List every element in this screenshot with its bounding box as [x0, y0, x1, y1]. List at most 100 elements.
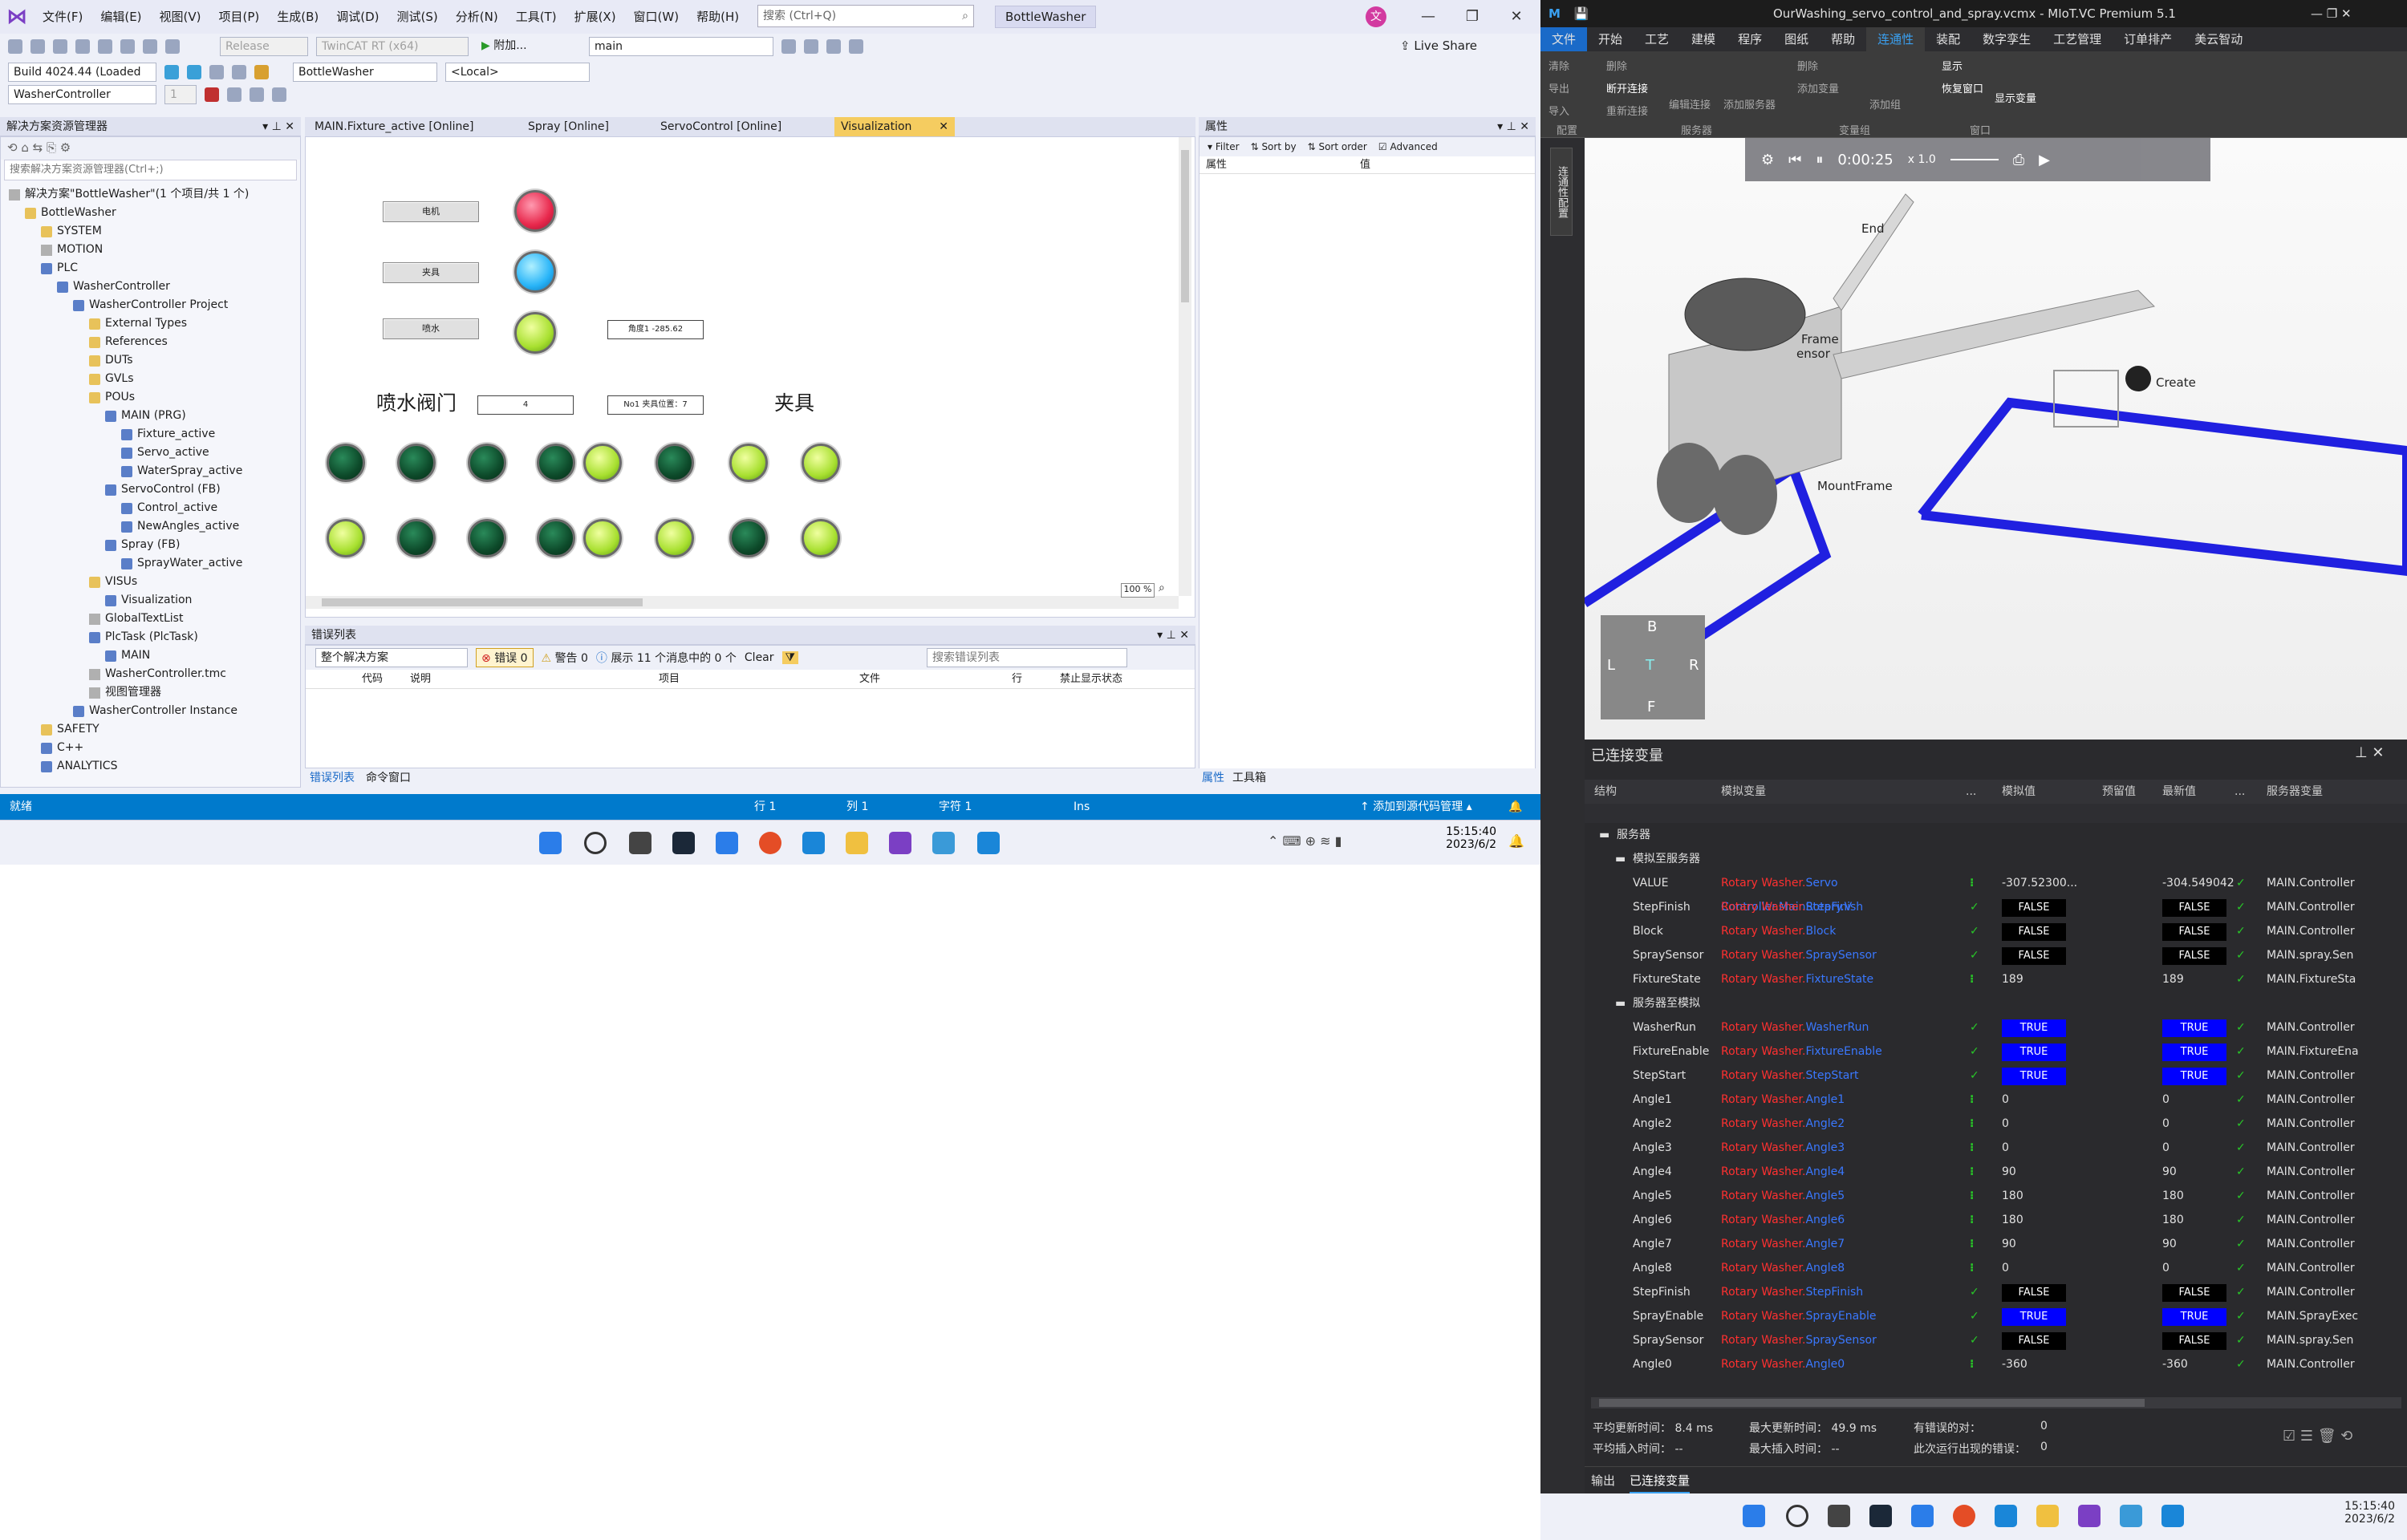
variable-row[interactable]: Angle5 Rotary Washer.Angle5 ⁝ 180 180 ✓ MAIN.C… [1585, 1184, 2407, 1208]
forward-icon[interactable] [30, 39, 45, 54]
menu-item[interactable]: 测试(S) [388, 0, 447, 34]
tree-item[interactable]: VISUs [1, 573, 300, 591]
ribbon-add-group[interactable]: 添加组 [1869, 96, 1901, 111]
tree-item[interactable]: Fixture_active [1, 425, 300, 444]
vars-column-header[interactable]: 预留值 [2102, 780, 2136, 804]
save-icon[interactable] [98, 39, 112, 54]
menu-item[interactable]: 编辑(E) [91, 0, 150, 34]
error-scope-combo[interactable]: 整个解决方案 [315, 648, 468, 667]
tree-item[interactable]: 解决方案"BottleWasher"(1 个项目/共 1 个) [1, 185, 300, 204]
vscode-icon[interactable] [977, 832, 1000, 854]
ribbon-tab[interactable]: 文件 [1540, 27, 1588, 51]
live-share-button[interactable]: ⇪ Live Share [1400, 38, 1477, 53]
ribbon-tab[interactable]: 工艺管理 [2042, 27, 2113, 51]
redo-icon[interactable] [165, 39, 180, 54]
tree-item[interactable]: SprayWater_active [1, 554, 300, 573]
close-icon[interactable]: ▾ ⊥ ✕ [1497, 117, 1536, 136]
steam-icon[interactable] [672, 832, 695, 854]
twincat-icon[interactable] [164, 65, 179, 79]
zoom-field[interactable]: 100 % [1121, 583, 1155, 598]
close-button[interactable]: ✕ [1492, 0, 1540, 34]
tool-icon[interactable] [849, 39, 863, 54]
windows-start-icon[interactable] [539, 832, 562, 854]
maximize-button[interactable]: ❐ [1448, 0, 1496, 34]
3d-viewport[interactable]: End MountFrame Create Frame ensor ⚙ ⏮ ⏸ … [1581, 138, 2407, 740]
steam-icon[interactable] [1869, 1505, 1892, 1527]
sort-order-button[interactable]: ⇅ Sort order [1308, 137, 1367, 156]
tab-connected-variables[interactable]: 已连接变量 [1630, 1467, 1691, 1493]
tab-command-window[interactable]: 命令窗口 [366, 768, 411, 788]
build-combo[interactable]: Build 4024.44 (Loaded [8, 63, 156, 82]
attach-button[interactable]: ▶ 附加... [477, 37, 549, 56]
ribbon-delete[interactable]: 删除 [1606, 58, 1627, 73]
collapse-icon[interactable]: ▬ [1615, 847, 1626, 871]
tree-item[interactable]: C++ [1, 739, 300, 757]
menu-item[interactable]: 调试(D) [327, 0, 388, 34]
tree-item[interactable]: WasherController [1, 278, 300, 296]
vars-column-header[interactable]: 模拟值 [2002, 780, 2036, 804]
menu-item[interactable]: 扩展(X) [566, 0, 625, 34]
variable-row[interactable]: WasherRun Rotary Washer.WasherRun ✓ TRUE TRU… [1585, 1015, 2407, 1040]
variable-row[interactable]: FixtureState Rotary Washer.FixtureState ⁝ 1… [1585, 967, 2407, 991]
close-icon[interactable]: ✕ [939, 117, 948, 136]
pin-close-icons[interactable]: ⊥ ✕ [2355, 744, 2384, 761]
controller-combo[interactable]: WasherController [8, 85, 156, 104]
step-icon[interactable] [272, 87, 286, 102]
store-icon[interactable] [802, 832, 825, 854]
tree-item[interactable]: POUs [1, 388, 300, 407]
chrome-icon[interactable] [759, 832, 781, 854]
ribbon-show-variables[interactable]: 显示变量 [1995, 90, 2036, 105]
step-icon[interactable] [250, 87, 264, 102]
connectivity-config-side-tab[interactable]: 连通性配置 [1550, 148, 1573, 236]
stop-icon[interactable] [205, 87, 219, 102]
menu-item[interactable]: 视图(V) [151, 0, 210, 34]
view-cube[interactable]: B T L R F [1601, 615, 1705, 719]
error-column-header[interactable]: 行 [1012, 670, 1022, 689]
visual-studio-icon[interactable] [889, 832, 911, 854]
speed-slider[interactable] [1950, 159, 1999, 160]
task-view-icon[interactable] [1828, 1505, 1850, 1527]
vars-column-header[interactable]: 模拟变量 [1721, 780, 1766, 804]
windows-start-icon[interactable] [1743, 1505, 1765, 1527]
todo-icon[interactable] [716, 832, 738, 854]
chrome-icon[interactable] [1953, 1505, 1975, 1527]
notification-bell-icon[interactable]: 🔔 [1508, 794, 1522, 820]
collapse-icon[interactable]: ▬ [1599, 823, 1609, 847]
vars-column-header[interactable]: 最新值 [2162, 780, 2196, 804]
menu-item[interactable]: 窗口(W) [625, 0, 688, 34]
filter-button[interactable]: ▾ Filter [1208, 137, 1240, 156]
screenshot-icon[interactable]: ⎙ [2013, 152, 2024, 168]
warnings-filter-button[interactable]: ⚠ 警告 0 [542, 650, 588, 666]
tab-spray[interactable]: Spray [Online] [522, 117, 615, 136]
ribbon-tab[interactable]: 装配 [1925, 27, 1971, 51]
tree-item[interactable]: External Types [1, 314, 300, 333]
variable-row[interactable]: SpraySensor Rotary Washer.SpraySensor ✓ FAL… [1585, 943, 2407, 967]
tree-item[interactable]: SYSTEM [1, 222, 300, 241]
advanced-checkbox[interactable]: ☑ Advanced [1378, 137, 1438, 156]
motor-button[interactable]: 电机 [383, 201, 479, 222]
configuration-combo[interactable]: Release [220, 37, 308, 56]
store-icon[interactable] [1995, 1505, 2017, 1527]
vscode-icon[interactable] [2161, 1505, 2184, 1527]
tree-item[interactable]: WasherController Instance [1, 702, 300, 720]
variable-row[interactable]: StepStart Rotary Washer.StepStart ✓ TRUE TRU… [1585, 1064, 2407, 1088]
file-explorer-icon[interactable] [2036, 1505, 2059, 1527]
ribbon-add-server[interactable]: 添加服务器 [1723, 96, 1776, 111]
variable-row[interactable]: Angle0 Rotary Washer.Angle0 ⁝ -360 -360 ✓ MAIN… [1585, 1352, 2407, 1376]
view-cube-bottom[interactable]: F [1647, 699, 1655, 715]
ribbon-tab[interactable]: 建模 [1680, 27, 1727, 51]
task-view-icon[interactable] [629, 832, 651, 854]
tree-item[interactable]: ANALYTICS [1, 757, 300, 776]
user-avatar[interactable]: 文 [1366, 6, 1386, 27]
search-icon[interactable] [1786, 1505, 1808, 1527]
tray-icons[interactable]: ⌃ ⌨ ⊕ ≋ ▮ [1268, 833, 1342, 849]
source-control-button[interactable]: ↑ 添加到源代码管理 ▴ [1360, 794, 1472, 820]
vars-column-header[interactable]: 结构 [1594, 780, 1617, 804]
variable-row[interactable]: SpraySensor Rotary Washer.SpraySensor ✓ FAL… [1585, 1328, 2407, 1352]
vars-column-header[interactable]: ... [1966, 780, 1976, 804]
new-project-icon[interactable] [53, 39, 67, 54]
tree-item[interactable]: GlobalTextList [1, 610, 300, 628]
tab-output[interactable]: 输出 [1591, 1467, 1615, 1493]
save-icon[interactable]: 💾 [1565, 6, 1589, 21]
tool-icon[interactable] [209, 65, 224, 79]
